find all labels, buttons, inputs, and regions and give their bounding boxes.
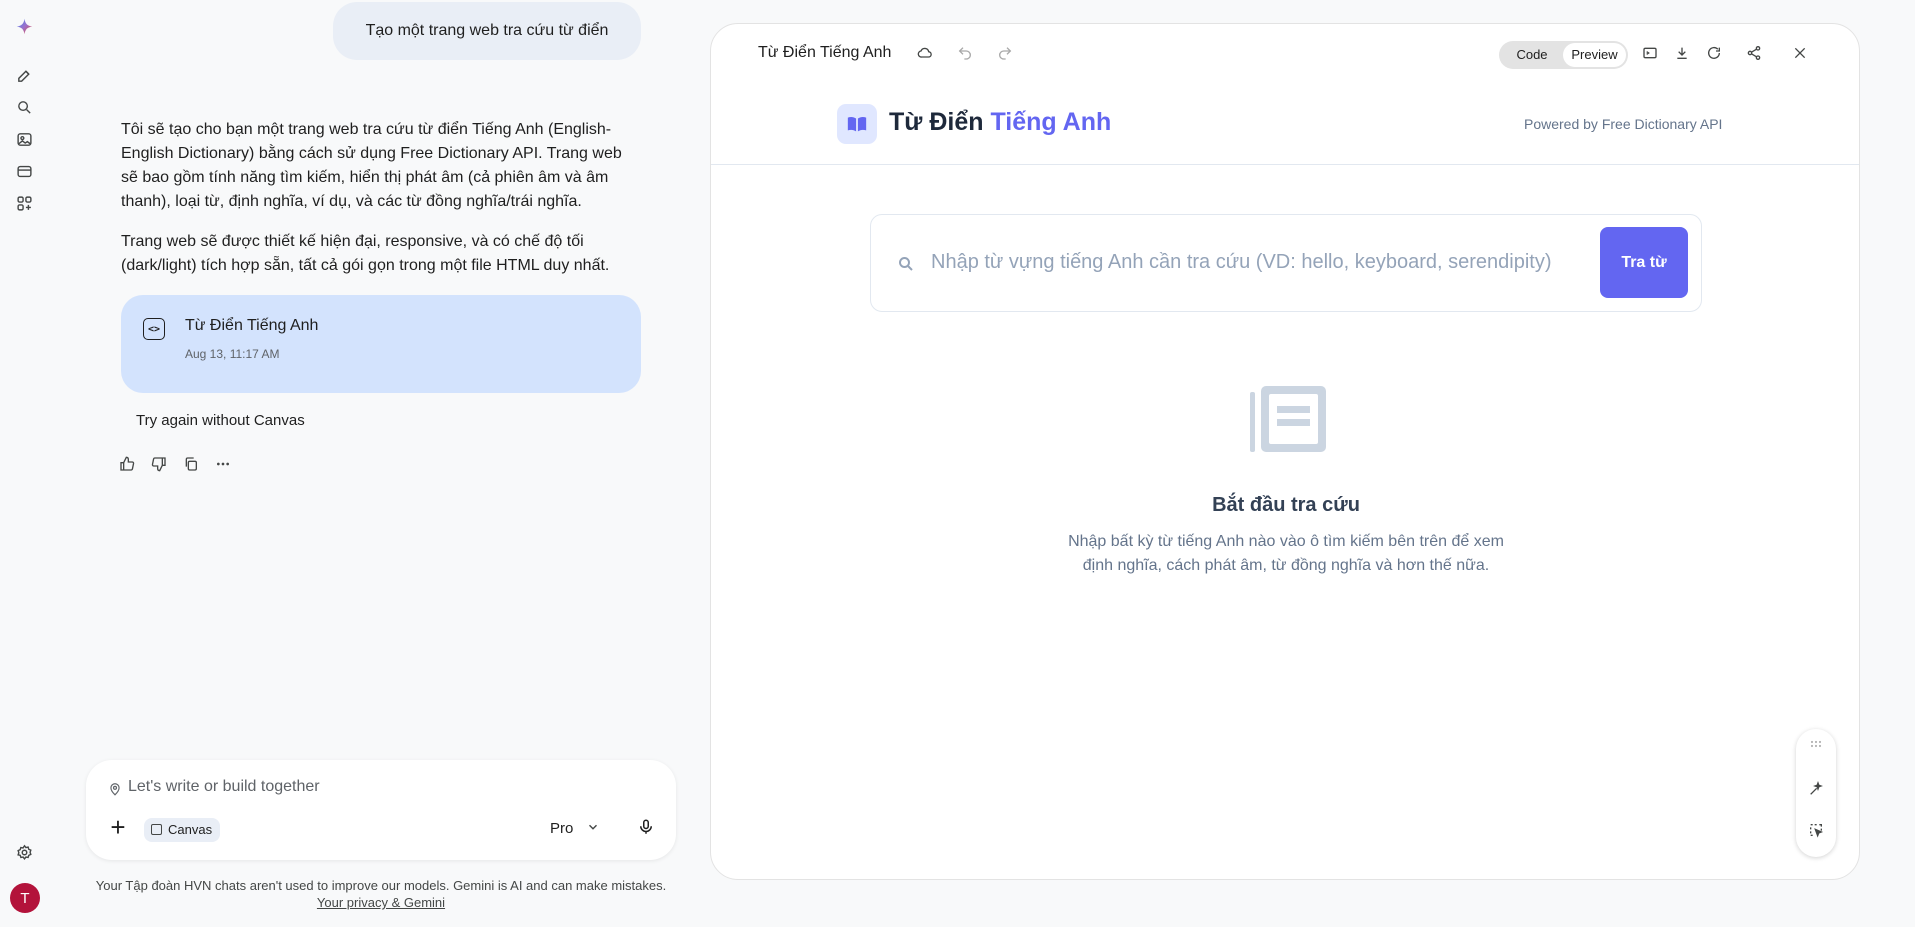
gallery-icon[interactable] [13,128,35,150]
canvas-card-date: Aug 13, 11:17 AM [185,347,280,361]
sparkle-edit-icon[interactable] [1807,780,1825,798]
chevron-down-icon[interactable] [586,820,600,834]
tab-code[interactable]: Code [1501,43,1563,67]
canvas-panel: Từ Điển Tiếng Anh Code Preview Từ Điển T… [710,23,1860,880]
search-card: Nhập từ vựng tiếng Anh cần tra cứu (VD: … [870,214,1702,312]
tab-preview[interactable]: Preview [1563,43,1626,67]
disclaimer: Your Tập đoàn HVN chats aren't used to i… [86,877,676,911]
microphone-icon[interactable] [637,818,655,836]
add-button[interactable]: + [106,814,130,840]
share-icon[interactable] [1744,43,1764,63]
model-selector[interactable]: Pro [550,820,573,837]
word-search-input[interactable]: Nhập từ vựng tiếng Anh cần tra cứu (VD: … [931,251,1591,274]
user-message-bubble: Tạo một trang web tra cứu từ điển [333,2,641,60]
canvas-card-title: Từ Điển Tiếng Anh [185,317,319,334]
app-brand: Từ Điển Tiếng Anh [889,108,1111,137]
avatar[interactable]: T [10,883,40,913]
thumbs-up-icon[interactable] [118,455,136,473]
document-icon [1250,386,1326,452]
canvas-title: Từ Điển Tiếng Anh [758,44,892,61]
empty-state-title: Bắt đầu tra cứu [1212,494,1360,516]
close-icon[interactable] [1790,43,1810,63]
assistant-answer: Tôi sẽ tạo cho bạn một trang web tra cứu… [121,118,641,294]
drag-handle-icon[interactable] [1807,735,1825,753]
redo-icon[interactable] [995,43,1015,63]
app-header: Từ Điển Tiếng Anh Powered by Free Dictio… [711,84,1859,165]
canvas-card[interactable]: <> Từ Điển Tiếng Anh Aug 13, 11:17 AM [121,295,641,393]
privacy-link[interactable]: Your privacy & Gemini [317,895,445,910]
answer-paragraph: Trang web sẽ được thiết kế hiện đại, res… [121,233,610,274]
select-area-icon[interactable] [1807,821,1825,839]
more-icon[interactable] [214,455,232,473]
settings-icon[interactable] [13,841,35,863]
apps-icon[interactable] [13,192,35,214]
brand-accent: Tiếng Anh [990,108,1112,136]
cloud-icon[interactable] [915,43,935,63]
download-icon[interactable] [1672,43,1692,63]
location-pin-icon [110,783,120,796]
console-icon[interactable] [1640,43,1660,63]
canvas-chip[interactable]: Canvas [144,818,221,842]
response-actions [118,455,232,473]
canvas-chip-label: Canvas [168,822,213,837]
book-icon [837,104,877,144]
empty-state-description: Nhập bất kỳ từ tiếng Anh nào vào ô tìm k… [1068,533,1504,574]
disclaimer-text: Your Tập đoàn HVN chats aren't used to i… [95,878,667,893]
search-icon [899,257,913,271]
left-rail: T [0,0,50,927]
code-preview-toggle: Code Preview [1499,41,1628,69]
prompt-input-box[interactable]: Let's write or build together + Canvas P… [86,760,676,860]
canvas-chip-icon [151,824,162,835]
try-again-button[interactable]: Try again without Canvas [136,412,305,429]
canvas-toolbar: Từ Điển Tiếng Anh Code Preview [711,24,1859,84]
floating-toolbar [1796,729,1836,857]
canvas-icon[interactable] [13,160,35,182]
refresh-icon[interactable] [1704,43,1724,63]
new-chat-icon[interactable] [13,64,35,86]
gemini-star-icon[interactable] [13,15,35,37]
code-icon: <> [143,318,165,340]
undo-icon[interactable] [955,43,975,63]
search-button[interactable]: Tra từ [1600,227,1688,298]
thumbs-down-icon[interactable] [150,455,168,473]
powered-by: Powered by Free Dictionary API [1524,116,1723,132]
answer-paragraph: Tôi sẽ tạo cho bạn một trang web tra cứu… [121,121,622,210]
copy-icon[interactable] [182,455,200,473]
search-icon[interactable] [13,96,35,118]
brand-main: Từ Điển [889,108,984,136]
prompt-input[interactable]: Let's write or build together [128,778,320,796]
